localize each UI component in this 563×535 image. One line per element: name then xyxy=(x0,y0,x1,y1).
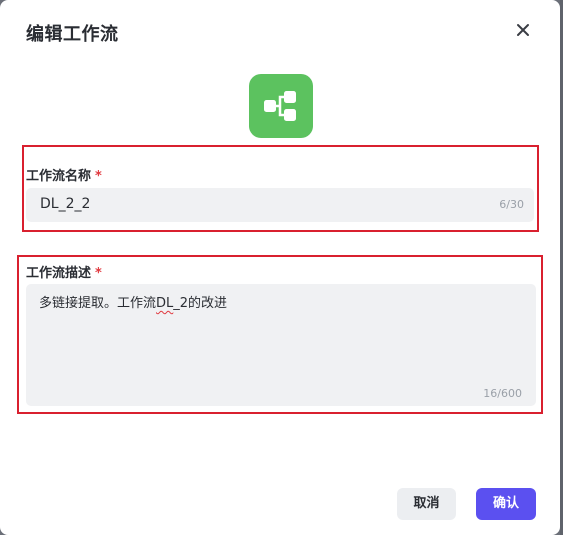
close-icon xyxy=(517,24,529,36)
close-button[interactable] xyxy=(511,18,535,42)
workflow-icon xyxy=(264,91,296,121)
cancel-button[interactable]: 取消 xyxy=(397,488,456,520)
workflow-app-icon xyxy=(249,74,313,138)
dialog-title: 编辑工作流 xyxy=(26,24,119,45)
confirm-button[interactable]: 确认 xyxy=(476,488,536,520)
desc-field-highlight xyxy=(17,255,543,414)
edit-workflow-dialog: 编辑工作流 工作流名称 * DL_2_2 6/30 工作流描述 * 多链接提取。工作… xyxy=(0,0,560,535)
name-field-highlight xyxy=(22,145,539,232)
